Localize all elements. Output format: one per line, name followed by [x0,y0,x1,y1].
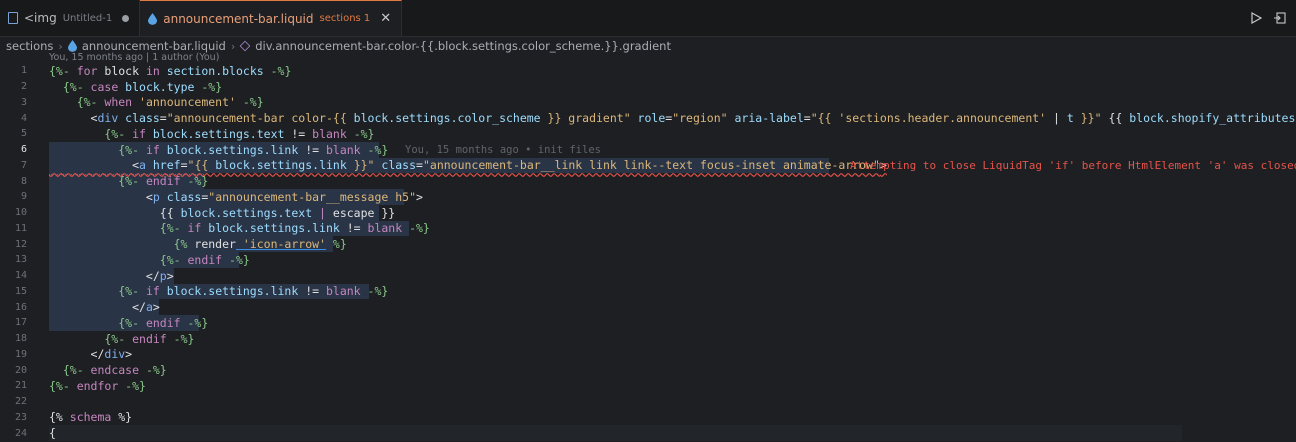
code-line: 2 {%- case block.type -%} [0,79,1296,95]
line-number: 7 [20,159,27,171]
code-line: 18 {%- endif -%} [0,331,1296,347]
file-icon [8,12,18,24]
code-line: 14 </p> [0,268,1296,284]
line-number: 18 [14,333,27,345]
line-number: 14 [14,270,27,282]
error-squiggle [49,174,204,177]
tab-label: <img [24,11,57,25]
code-line: 1 {%- for block in section.blocks -%} [0,63,1296,79]
tab-problems-badge: sections 1 [319,13,371,24]
editor-actions [1251,0,1296,36]
line-number: 2 [20,81,27,93]
code-text: {{ block.settings.text | escape }} [49,205,396,220]
code-editor[interactable]: 1 {%- for block in section.blocks -%} 2 … [0,63,1296,442]
code-line: 23 {% schema %} [0,410,1296,426]
code-text: {%- for block in section.blocks -%} [49,63,292,78]
code-text: {%- endcase -%} [49,363,167,378]
code-line: 4 <div class="announcement-bar color-{{ … [0,110,1296,126]
line-number: 9 [20,191,27,203]
unsaved-dot-icon[interactable] [122,14,130,22]
code-text: {%- case block.type -%} [49,79,223,94]
code-text: </a> [49,300,160,315]
inline-blame: You, 15 months ago • init files [405,143,601,156]
code-line: 20 {%- endcase -%} [0,362,1296,378]
code-line: 9 <p class="announcement-bar__message h5… [0,189,1296,205]
code-text: {%- endif -%} [49,315,209,330]
line-number: 10 [14,207,27,219]
code-line: 13 {%- endif -%} [0,252,1296,268]
line-number: 8 [20,175,27,187]
chevron-right-icon: › [230,39,236,53]
breadcrumb-folder[interactable]: sections [6,39,53,53]
code-line: 3 {%- when 'announcement' -%} [0,95,1296,111]
code-text: {%- endfor -%} [49,378,146,393]
code-line: 11 {%- if block.settings.link != blank -… [0,221,1296,237]
line-number: 16 [14,301,27,313]
error-message: Attempting to close LiquidTag 'if' befor… [850,158,1296,172]
tab-bar: <img Untitled-1 announcement-bar.liquid … [0,0,1296,37]
line-number: 4 [20,112,27,124]
play-icon[interactable] [1251,12,1262,24]
breadcrumb-symbol[interactable]: div.announcement-bar.color-{{.block.sett… [255,39,671,53]
code-text: {%- if block.settings.text != blank -%} [49,126,375,141]
split-editor-icon[interactable] [1274,12,1286,24]
code-text: {%- if block.settings.link != blank -%} [49,221,430,236]
code-line: 17 {%- endif -%} [0,315,1296,331]
liquid-drop-icon [148,12,158,25]
line-number: 12 [14,238,27,250]
close-icon[interactable]: ✕ [380,11,391,26]
code-line: 12 {% render 'icon-arrow' %} [0,236,1296,252]
code-line: 15 {%- if block.settings.link != blank -… [0,284,1296,300]
code-text: {%- endif -%} [49,331,195,346]
code-line: 19 </div> [0,347,1296,363]
code-line: 21 {%- endfor -%} [0,378,1296,394]
code-line: 16 </a> [0,299,1296,315]
code-text: {%- when 'announcement' -%} [49,95,264,110]
line-number: 17 [14,317,27,329]
code-line: 10 {{ block.settings.text | escape }} [0,205,1296,221]
code-line: 22 [0,394,1296,410]
line-number: 19 [14,348,27,360]
line-number: 6 [20,144,27,156]
liquid-drop-icon [67,40,77,52]
tab-announcement-bar[interactable]: announcement-bar.liquid sections 1 ✕ [140,0,403,36]
line-number: 24 [14,427,27,439]
line-number: 1 [20,65,27,77]
code-text: {% schema %} [49,410,133,425]
tab-untitled-1[interactable]: <img Untitled-1 [0,0,141,36]
code-line-current: 6 {%- if block.settings.link != blank -%… [0,142,1296,158]
code-text: <div class="announcement-bar color-{{ bl… [49,111,1296,126]
code-text: {% render 'icon-arrow' %} [49,237,347,252]
code-text: </div> [49,347,133,362]
code-text: {%- if block.settings.link != blank -%} [49,142,389,157]
breadcrumb-file[interactable]: announcement-bar.liquid [82,39,226,53]
code-line: 24 { [0,425,1296,441]
line-number: 11 [14,222,27,234]
line-number: 22 [14,396,27,408]
line-number: 23 [14,411,27,423]
symbol-element-icon [239,40,251,52]
line-number: 15 [14,285,27,297]
code-line: 5 {%- if block.settings.text != blank -%… [0,126,1296,142]
code-text: <a href="{{ block.settings.link }}" clas… [49,158,887,173]
chevron-right-icon: › [58,39,63,53]
code-text: {%- endif -%} [49,252,250,267]
tab-sublabel: Untitled-1 [62,12,113,24]
tab-label: announcement-bar.liquid [163,11,314,26]
code-text: </p> [49,268,174,283]
code-text: { [49,426,56,441]
code-text: <p class="announcement-bar__message h5"> [49,189,423,204]
line-number: 20 [14,364,27,376]
line-number: 3 [20,96,27,108]
codelens-blame[interactable]: You, 15 months ago | 1 author (You) [49,52,219,63]
code-line-error: 7 <a href="{{ block.settings.link }}" cl… [0,158,1296,174]
code-text: {%- if block.settings.link != blank -%} [49,284,389,299]
line-number: 13 [14,254,27,266]
line-number: 5 [20,128,27,140]
line-number: 21 [14,380,27,392]
